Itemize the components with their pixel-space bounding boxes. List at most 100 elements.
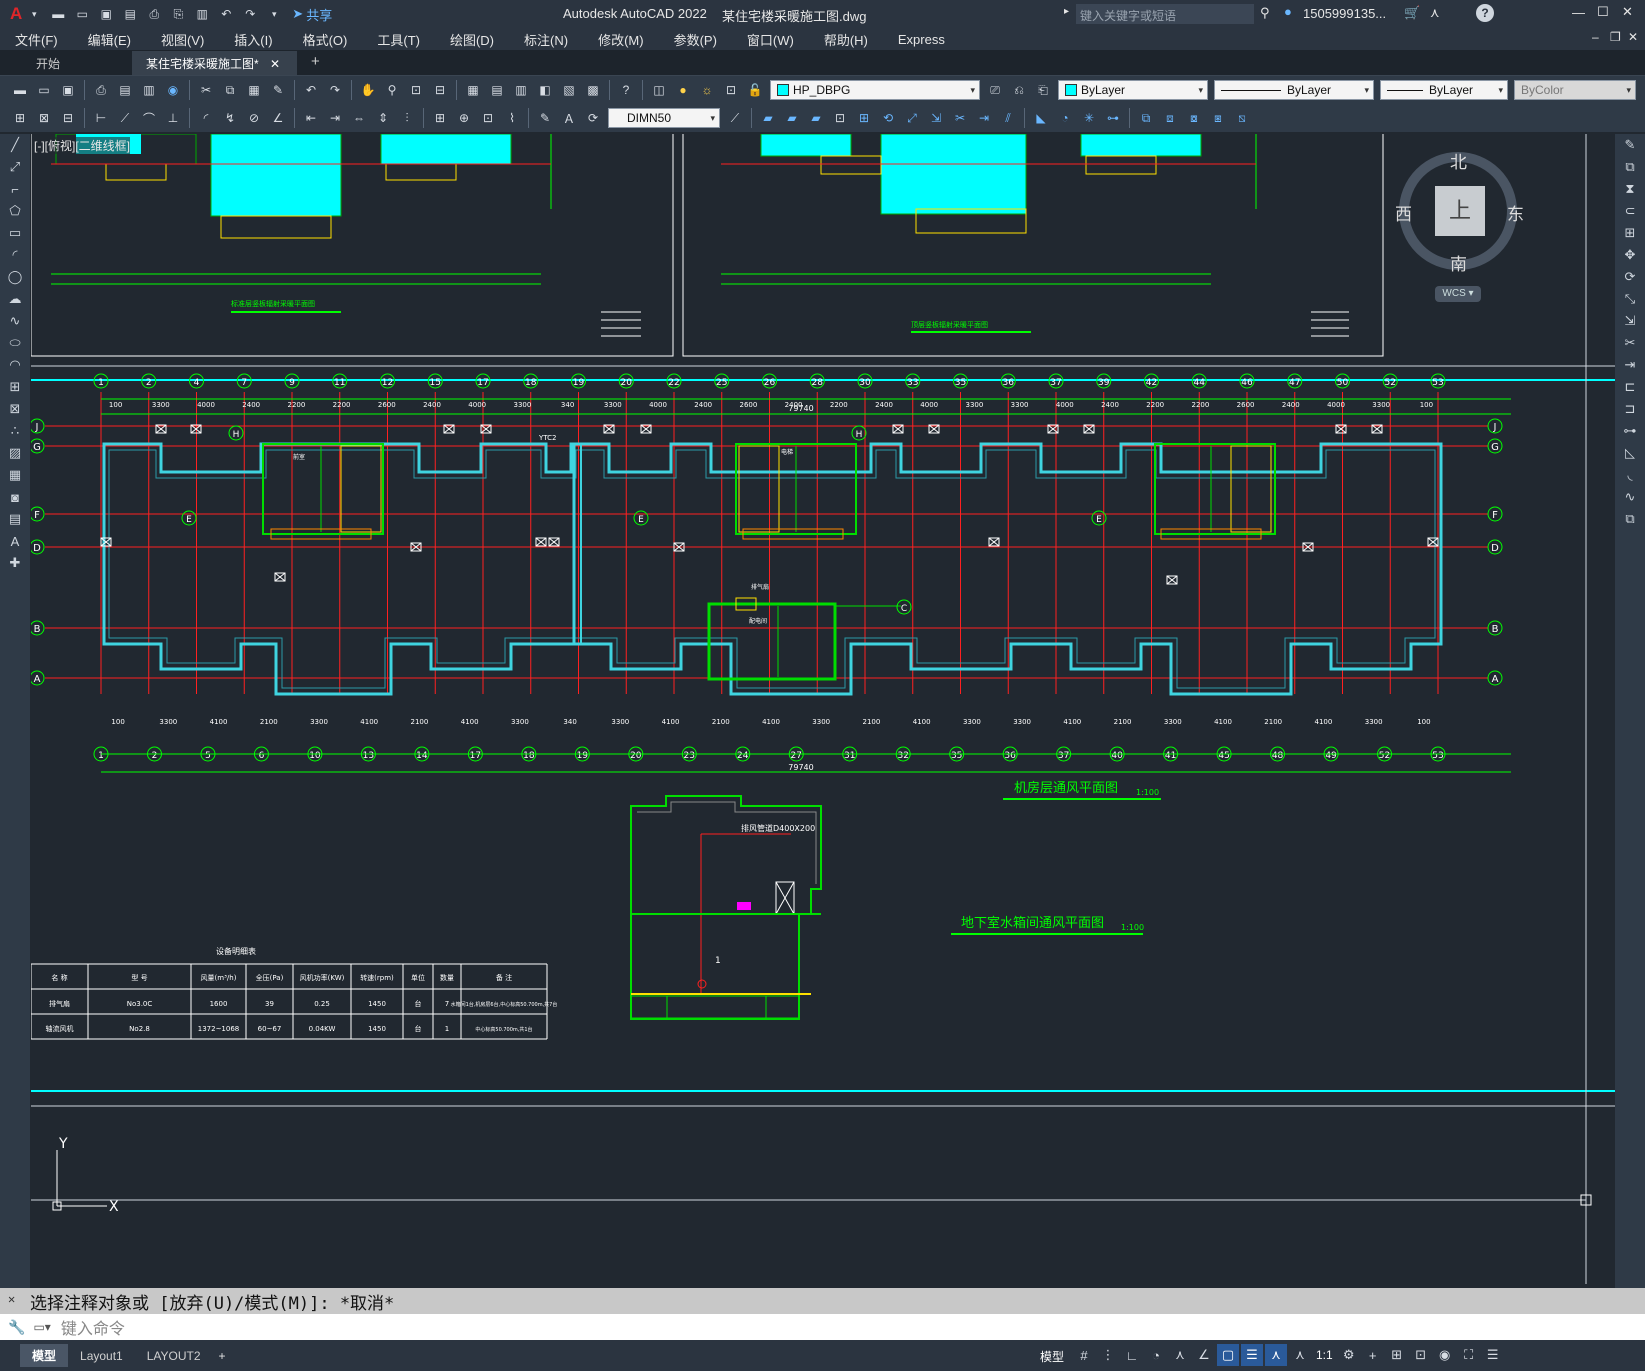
quick-dim-icon[interactable]: ⇤: [301, 108, 321, 128]
layer-states-icon[interactable]: ⎗: [1033, 80, 1053, 100]
dim-edit-icon[interactable]: ✎: [535, 108, 555, 128]
trim-icon[interactable]: ✂: [1615, 332, 1645, 354]
snap-icon[interactable]: ⋮: [1097, 1344, 1119, 1366]
insert-block-icon[interactable]: ⊞: [0, 376, 30, 398]
redo-icon[interactable]: ↷: [325, 80, 345, 100]
lineweight-dropdown[interactable]: ByLayer ▾: [1380, 80, 1508, 100]
draw-order-icon[interactable]: ⧉: [1136, 108, 1156, 128]
center-mark-icon[interactable]: ⊕: [454, 108, 474, 128]
undo-icon[interactable]: ↶: [301, 80, 321, 100]
ortho-icon[interactable]: ∟: [1121, 1344, 1143, 1366]
polyline-icon[interactable]: ⌐: [0, 178, 30, 200]
array-icon[interactable]: ⊞: [854, 108, 874, 128]
copy-object-icon[interactable]: ▰: [782, 108, 802, 128]
auto-scale-icon[interactable]: ⋏: [1289, 1344, 1311, 1366]
mtext-icon[interactable]: A: [0, 530, 30, 552]
hatch-icon[interactable]: ▨: [0, 442, 30, 464]
scale-icon[interactable]: ⤡: [1615, 288, 1645, 310]
command-input[interactable]: 键入命令: [61, 1315, 125, 1339]
extend-icon[interactable]: ⇥: [1615, 354, 1645, 376]
viewcube-north[interactable]: 北: [1450, 148, 1467, 173]
polygon-icon[interactable]: ⬠: [0, 200, 30, 222]
bring-front-icon[interactable]: ⧈: [1160, 108, 1180, 128]
user-icon[interactable]: ●: [1284, 4, 1292, 19]
join-icon[interactable]: ⊶: [1615, 420, 1645, 442]
zoom-window-icon[interactable]: ⊡: [406, 80, 426, 100]
layer-properties-icon[interactable]: ◫: [649, 80, 669, 100]
viewcube-south[interactable]: 南: [1450, 250, 1467, 275]
share-icon[interactable]: ➤: [292, 6, 303, 22]
open-icon[interactable]: ▭: [34, 80, 54, 100]
polar-icon[interactable]: ◔: [1145, 1344, 1167, 1366]
lock-icon[interactable]: 🔓: [745, 80, 765, 100]
save-icon[interactable]: ▣: [58, 80, 78, 100]
sheet-set-icon[interactable]: ◧: [535, 80, 555, 100]
preview-icon[interactable]: ▤: [115, 80, 135, 100]
fillet-icon[interactable]: ◔: [1055, 108, 1075, 128]
mirror-icon[interactable]: ⧗: [1615, 178, 1645, 200]
annotation-scale[interactable]: 1:1: [1316, 1348, 1333, 1366]
command-close-icon[interactable]: ✕: [8, 1292, 15, 1306]
menu-modify[interactable]: 修改(M): [583, 30, 659, 49]
lineweight-icon[interactable]: ☰: [1241, 1344, 1263, 1366]
blend-icon[interactable]: ∿: [1615, 486, 1645, 508]
menu-insert[interactable]: 插入(I): [219, 30, 287, 49]
layer-dropdown[interactable]: HP_DBPG ▾: [770, 80, 980, 100]
layer-lock-icon[interactable]: ⊡: [721, 80, 741, 100]
open-file-icon[interactable]: ▭: [72, 4, 92, 24]
send-back-icon[interactable]: ⧇: [1184, 108, 1204, 128]
angular-icon[interactable]: ∠: [268, 108, 288, 128]
quick-properties-icon[interactable]: ⊡: [1410, 1344, 1432, 1366]
menu-tools[interactable]: 工具(T): [362, 30, 435, 49]
user-name[interactable]: 1505999135...: [1303, 6, 1386, 21]
dim-space-icon[interactable]: ⇕: [373, 108, 393, 128]
customize-icon[interactable]: ☰: [1482, 1344, 1504, 1366]
tab-document[interactable]: 某住宅楼采暖施工图* ✕: [132, 51, 297, 75]
radius-icon[interactable]: ◜: [196, 108, 216, 128]
pan-icon[interactable]: ✋: [358, 80, 378, 100]
maximize-icon[interactable]: ☐: [1597, 4, 1609, 20]
layer-on-icon[interactable]: ●: [673, 80, 693, 100]
search-arrow-icon[interactable]: ▸: [1064, 6, 1069, 17]
break-icon[interactable]: ⊐: [1615, 398, 1645, 420]
calculator-icon[interactable]: ▩: [583, 80, 603, 100]
cut-icon[interactable]: ✂: [196, 80, 216, 100]
command-line[interactable]: 🔧 ▭▾ 键入命令: [0, 1314, 1645, 1340]
properties-icon[interactable]: ▦: [463, 80, 483, 100]
move-icon[interactable]: ✥: [1615, 244, 1645, 266]
doc-restore-icon[interactable]: ❐: [1610, 30, 1621, 44]
copy-icon[interactable]: ⧉: [1615, 156, 1645, 178]
menu-dimension[interactable]: 标注(N): [509, 30, 583, 49]
dim-update-icon[interactable]: ⟳: [583, 108, 603, 128]
ellipse-arc-icon[interactable]: ◠: [0, 354, 30, 376]
new-icon[interactable]: ▬: [10, 80, 30, 100]
print-icon[interactable]: ▥: [192, 4, 212, 24]
dim-style-icon[interactable]: ⟋: [725, 108, 745, 128]
command-recent-icon[interactable]: ▭▾: [33, 1320, 50, 1334]
viewcube[interactable]: 上 北 南 西 东: [1395, 152, 1524, 274]
zoom-realtime-icon[interactable]: ⚲: [382, 80, 402, 100]
make-current-icon[interactable]: ⎚: [985, 80, 1005, 100]
design-center-icon[interactable]: ◉: [163, 80, 183, 100]
close-icon[interactable]: ✕: [1622, 4, 1633, 20]
add-layout-icon[interactable]: +: [219, 1349, 226, 1363]
rectangle-icon[interactable]: ▭: [0, 222, 30, 244]
tab-layout1[interactable]: Layout1: [68, 1346, 135, 1366]
spline-icon[interactable]: ∿: [0, 310, 30, 332]
menu-parametric[interactable]: 参数(P): [659, 30, 732, 49]
clean-screen-icon[interactable]: ⛶: [1458, 1344, 1480, 1366]
jogged-icon[interactable]: ↯: [220, 108, 240, 128]
point-icon[interactable]: ∴: [0, 420, 30, 442]
cad-drawing[interactable]: 标准层竖板辐射采暖平面图 顶层竖板辐射采暖平面图 1 2 4 7 9 11 12 15 17 18…: [31, 134, 1615, 1284]
search-icon[interactable]: ⚲: [1260, 5, 1270, 21]
isolate-objects-icon[interactable]: ◉: [1434, 1344, 1456, 1366]
color-dropdown[interactable]: ByLayer ▾: [1058, 80, 1208, 100]
viewport-label[interactable]: [-][俯视][二维线框]: [34, 137, 131, 154]
explode-icon[interactable]: ⧉: [1615, 508, 1645, 530]
tolerance-icon[interactable]: ⊞: [430, 108, 450, 128]
workspace-icon[interactable]: ⚙: [1338, 1344, 1360, 1366]
line-icon[interactable]: ╱: [0, 134, 30, 156]
mirror-icon[interactable]: ▰: [806, 108, 826, 128]
wcs-menu[interactable]: WCS ▾: [1435, 286, 1481, 302]
text-front-icon[interactable]: ⧆: [1208, 108, 1228, 128]
